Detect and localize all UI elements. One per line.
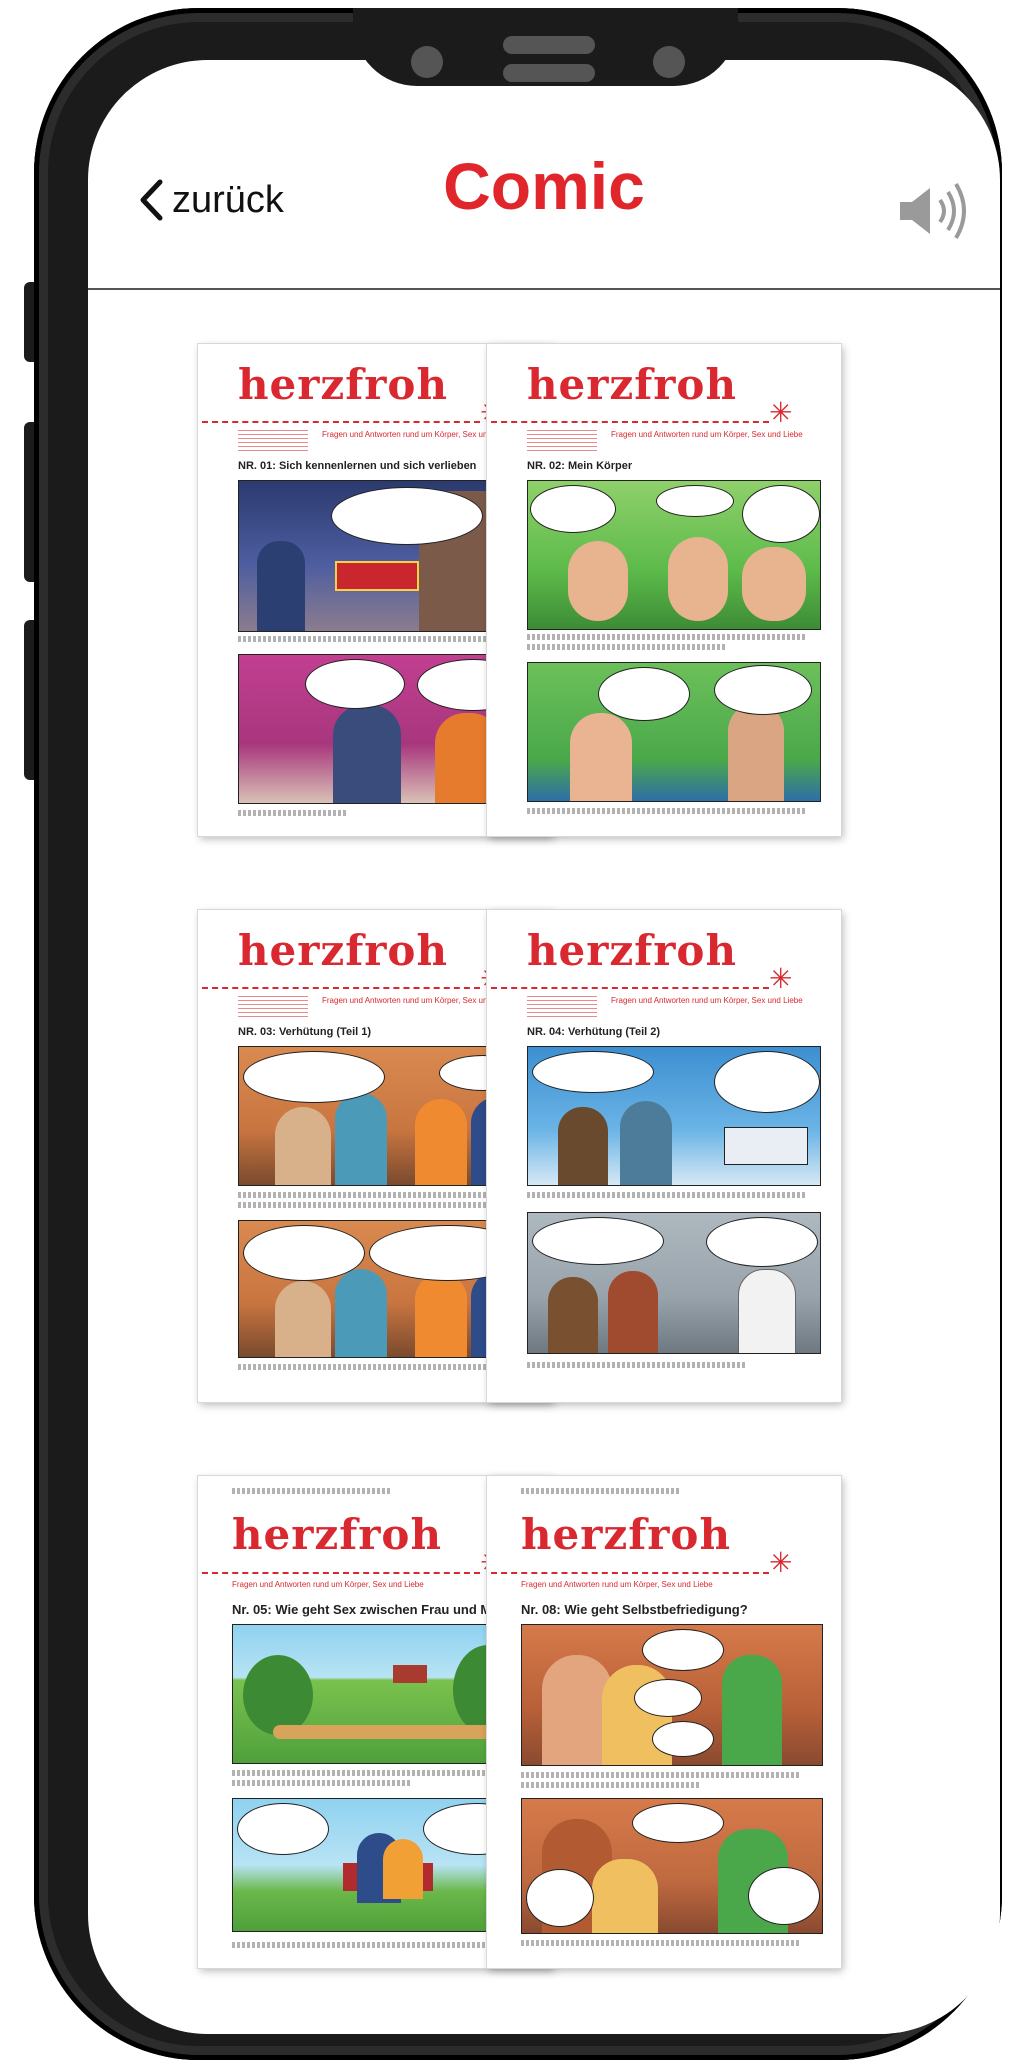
page-title: Comic	[443, 149, 645, 223]
asterisk-icon: ✳	[769, 1547, 793, 1578]
comic-issue-title: NR. 01: Sich kennenlernen und sich verli…	[238, 460, 477, 472]
comic-caption	[527, 808, 807, 814]
comic-brand: herzfroh	[527, 926, 737, 975]
comic-brand: herzfroh	[527, 360, 737, 409]
comic-caption	[232, 1942, 512, 1948]
phone-screen: zurück Comic herzfroh ✳ Fragen und Antwo…	[88, 60, 1000, 2034]
divider	[202, 1572, 480, 1574]
comic-panel	[527, 480, 821, 630]
comic-caption	[521, 1782, 701, 1788]
comic-caption	[521, 1940, 801, 1946]
phone-frame: zurück Comic herzfroh ✳ Fragen und Antwo…	[34, 8, 1002, 2060]
speaker-icon[interactable]	[896, 180, 974, 242]
app-header: zurück Comic	[88, 60, 1000, 290]
comic-issue-title: NR. 04: Verhütung (Teil 2)	[527, 1026, 661, 1038]
comic-caption	[527, 644, 727, 650]
earpiece	[503, 36, 595, 54]
comic-caption	[238, 636, 518, 642]
comic-caption	[232, 1488, 392, 1494]
comic-caption	[527, 634, 807, 640]
comic-panel	[527, 1212, 821, 1354]
comic-caption	[527, 1192, 807, 1198]
asterisk-icon: ✳	[769, 963, 793, 994]
comic-panel	[521, 1624, 823, 1766]
comic-panel	[527, 662, 821, 802]
divider	[202, 987, 480, 989]
comic-panel	[521, 1798, 823, 1934]
comic-subtitle: Fragen und Antworten rund um Körper, Sex…	[611, 996, 803, 1005]
comic-caption	[521, 1488, 681, 1494]
issue-meta	[238, 996, 308, 1018]
comic-brand: herzfroh	[238, 926, 448, 975]
sensor-icon	[653, 46, 685, 78]
comic-caption	[238, 1192, 518, 1198]
comic-caption	[232, 1770, 512, 1776]
comic-subtitle: Fragen und Antworten rund um Körper, Sex…	[611, 430, 803, 439]
comic-card-6[interactable]: herzfroh ✳ Fragen und Antworten rund um …	[487, 1476, 841, 1968]
comic-caption	[521, 1772, 801, 1778]
comic-caption	[238, 1364, 518, 1370]
issue-meta	[238, 430, 308, 452]
comic-subtitle: Fragen und Antworten rund um Körper, Sex…	[521, 1580, 713, 1589]
comic-card-2[interactable]: herzfroh ✳ Fragen und Antworten rund um …	[487, 344, 841, 836]
comic-caption	[238, 810, 348, 816]
comic-card-4[interactable]: herzfroh ✳ Fragen und Antworten rund um …	[487, 910, 841, 1402]
divider	[491, 421, 769, 423]
comic-subtitle: Fragen und Antworten rund um Körper, Sex…	[232, 1580, 424, 1589]
comic-caption	[232, 1780, 412, 1786]
notch	[353, 8, 738, 86]
comic-brand: herzfroh	[232, 1510, 442, 1559]
issue-meta	[527, 430, 597, 452]
comic-issue-title: NR. 03: Verhütung (Teil 1)	[238, 1026, 372, 1038]
comic-issue-title: NR. 02: Mein Körper	[527, 460, 633, 472]
comic-brand: herzfroh	[521, 1510, 731, 1559]
comic-brand: herzfroh	[238, 360, 448, 409]
comic-caption	[238, 1202, 518, 1208]
earpiece	[503, 64, 595, 82]
divider	[202, 421, 480, 423]
asterisk-icon: ✳	[769, 397, 793, 428]
divider	[491, 987, 769, 989]
issue-meta	[527, 996, 597, 1018]
divider	[491, 1572, 769, 1574]
camera-icon	[411, 46, 443, 78]
comic-panel	[527, 1046, 821, 1186]
comic-issue-title: Nr. 05: Wie geht Sex zwischen Frau und M…	[232, 1602, 523, 1617]
comic-issue-title: Nr. 08: Wie geht Selbstbefriedigung?	[521, 1602, 748, 1617]
comic-caption	[527, 1362, 747, 1368]
